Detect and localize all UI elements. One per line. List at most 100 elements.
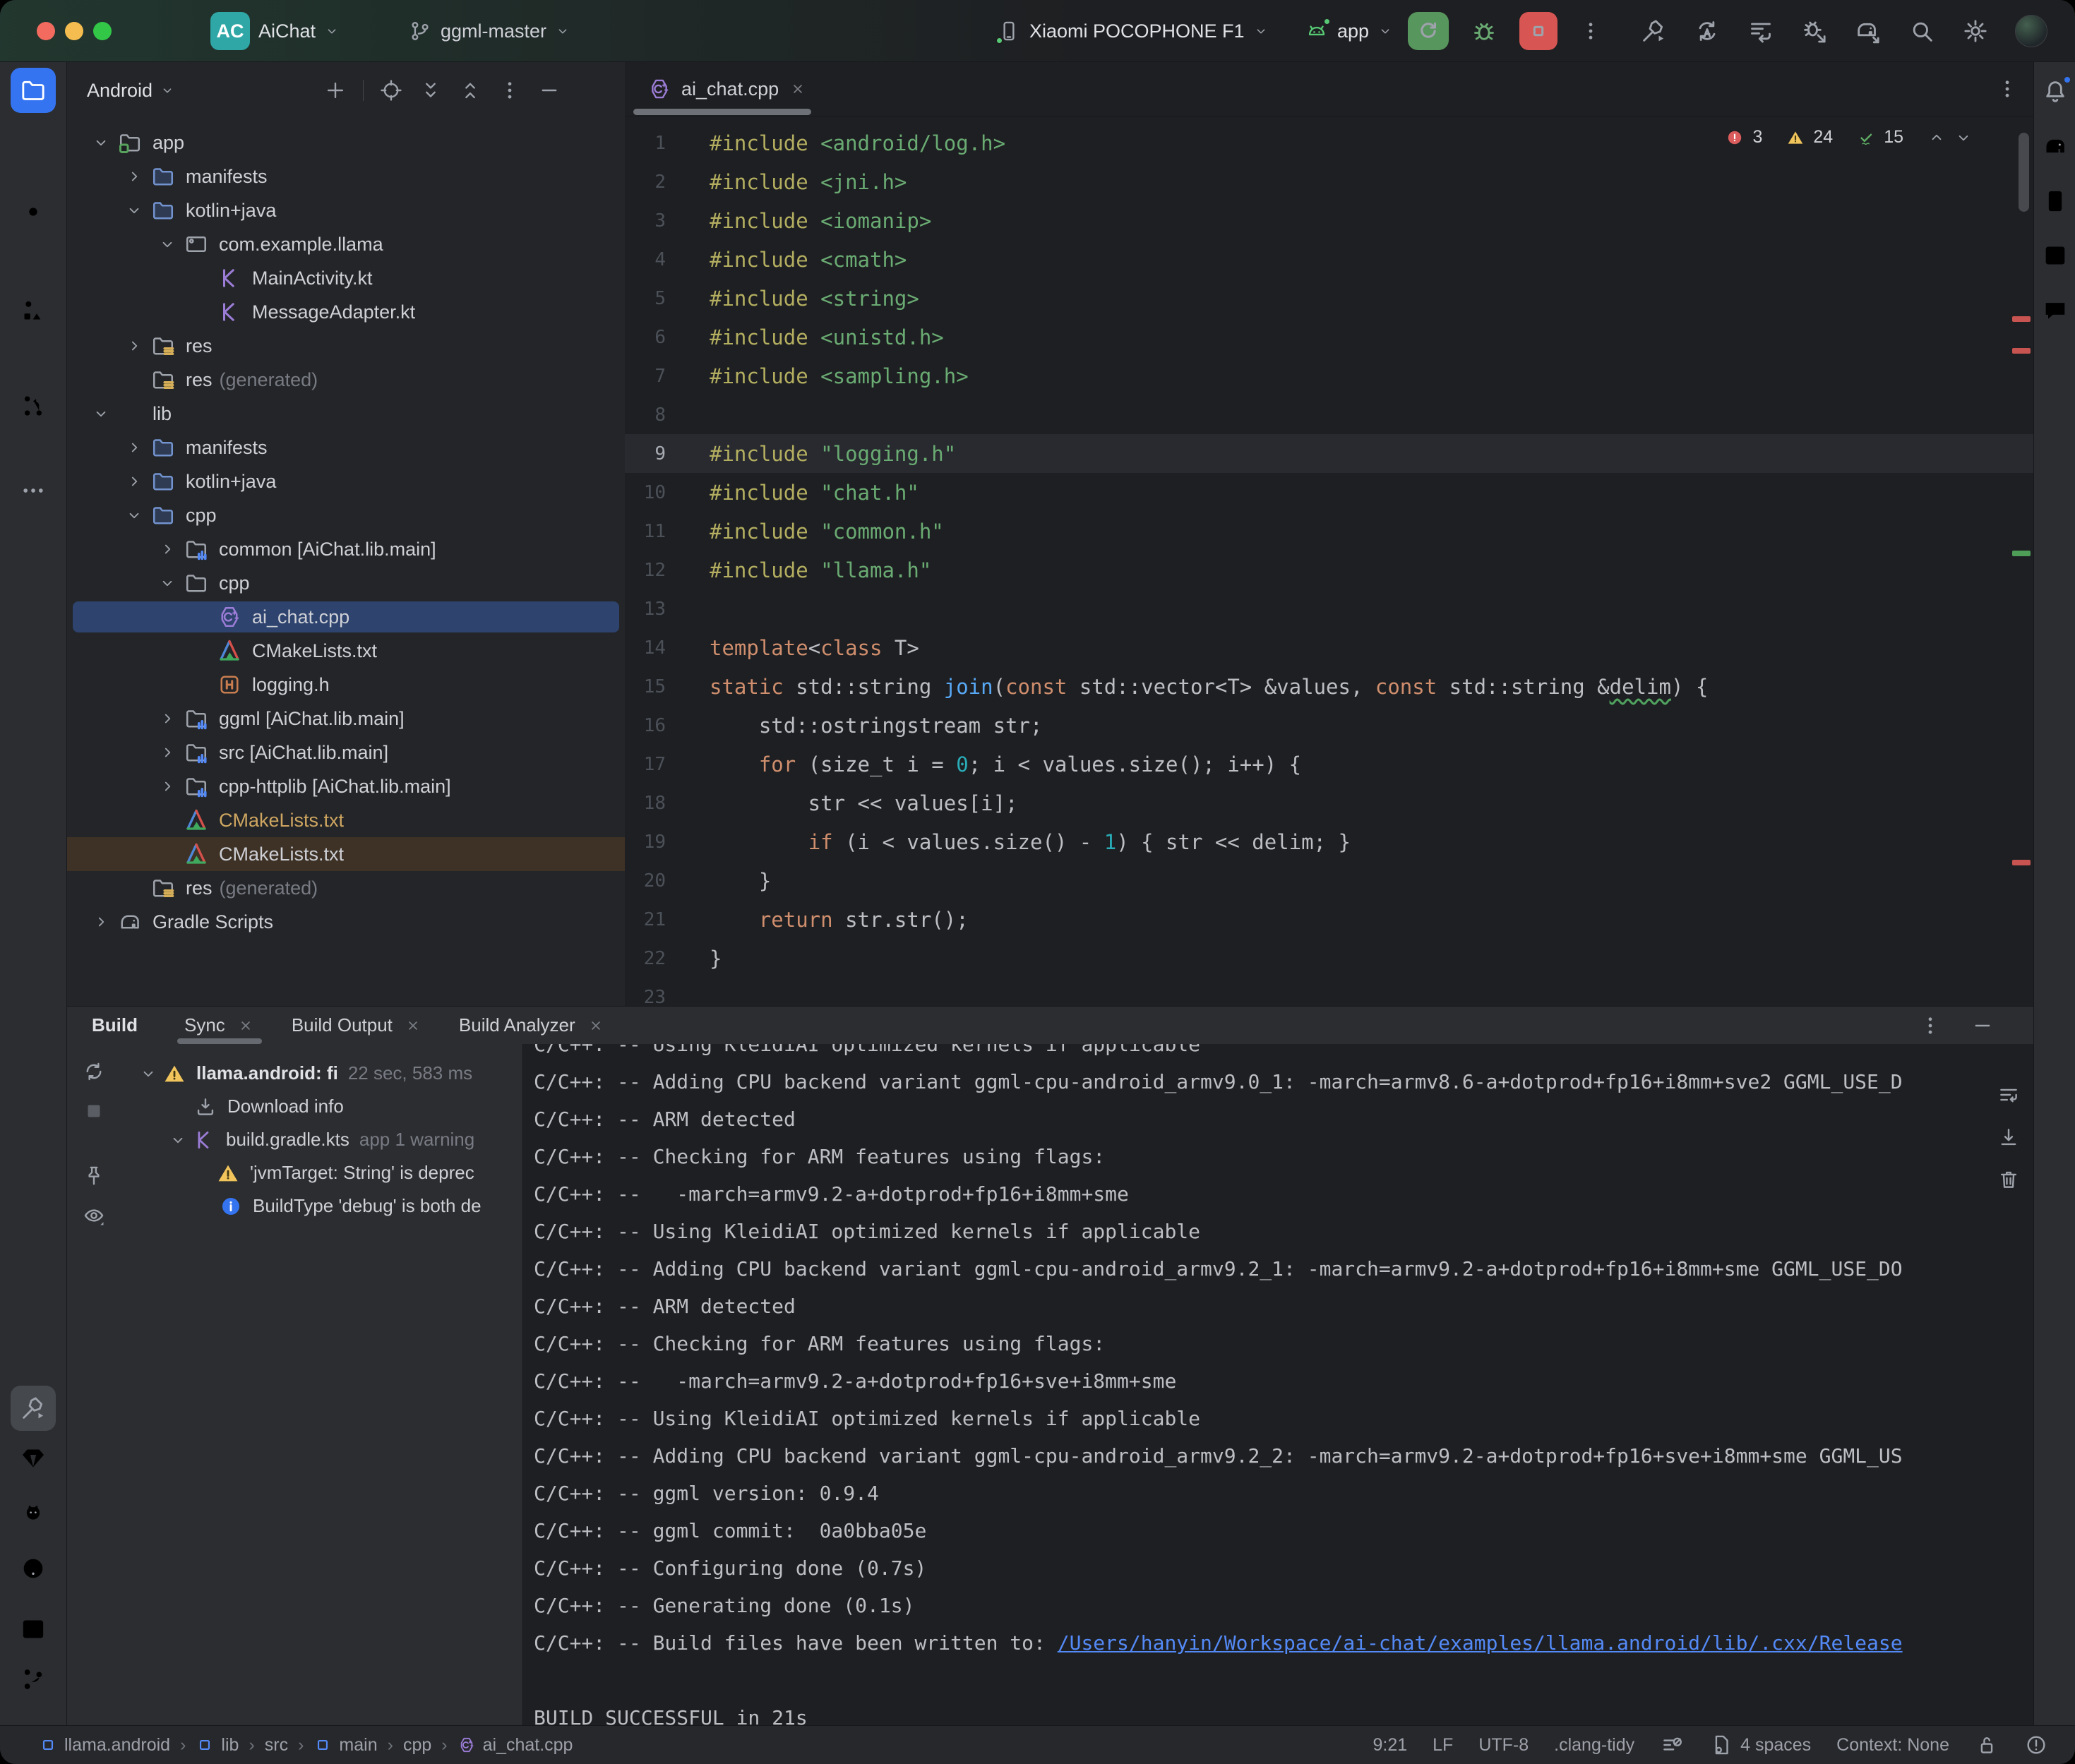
tree-item-cpp-httplib-aichat-lib-main[interactable]: cpp-httplib [AiChat.lib.main]: [67, 769, 625, 803]
code-line-11[interactable]: 11#include "common.h": [625, 512, 2033, 551]
build-options-button[interactable]: [1918, 1014, 1942, 1038]
clear-all-icon[interactable]: [1997, 1168, 2021, 1192]
prev-problem-button[interactable]: [1927, 128, 1946, 147]
window-controls[interactable]: [37, 22, 112, 40]
tree-item-lib[interactable]: lib: [67, 397, 625, 431]
tree-item-res[interactable]: res(generated): [67, 363, 625, 397]
logcat-tool-button[interactable]: [19, 1501, 47, 1529]
apply-changes-button[interactable]: [1693, 17, 1721, 45]
build-variants-tool-button[interactable]: [19, 1444, 47, 1472]
layout-inspector-tool-button[interactable]: [2041, 241, 2069, 270]
close-icon[interactable]: [404, 1016, 422, 1035]
code-line-5[interactable]: 5#include <string>: [625, 279, 2033, 318]
gradle-sync-button[interactable]: [1854, 17, 1882, 45]
tree-item-cpp[interactable]: cpp: [67, 498, 625, 532]
tab-build-output[interactable]: Build Output: [273, 1007, 441, 1044]
console-link[interactable]: /Users/hanyin/Workspace/ai-chat/examples…: [1058, 1631, 1903, 1655]
code-line-22[interactable]: 22}: [625, 939, 2033, 978]
status-error-icon[interactable]: [2024, 1733, 2048, 1757]
collapse-all-button[interactable]: [458, 78, 482, 102]
line-ending[interactable]: LF: [1433, 1735, 1453, 1756]
panel-options-button[interactable]: [498, 78, 522, 102]
tree-item-logging-h[interactable]: logging.h: [67, 668, 625, 702]
code-line-3[interactable]: 3#include <iomanip>: [625, 201, 2033, 240]
attach-debugger-button[interactable]: [1800, 17, 1829, 45]
device-selector[interactable]: Xiaomi POCOPHONE F1: [997, 0, 1269, 62]
hide-panel-button[interactable]: [537, 78, 561, 102]
tree-item-cmakelists-txt[interactable]: CMakeLists.txt: [67, 837, 625, 871]
stop-button[interactable]: [1519, 12, 1557, 50]
ok-stripe-mark[interactable]: [2012, 551, 2031, 556]
build-project-button[interactable]: [1639, 17, 1668, 45]
editor-scrollbar[interactable]: [2019, 133, 2029, 212]
close-tab-icon[interactable]: [789, 80, 807, 98]
tree-item-kotlin-java[interactable]: kotlin+java: [67, 464, 625, 498]
breadcrumb-ai-chat-cpp[interactable]: ai_chat.cpp: [458, 1735, 573, 1756]
code-line-6[interactable]: 6#include <unistd.h>: [625, 318, 2033, 356]
breadcrumb-main[interactable]: main: [313, 1735, 377, 1756]
breadcrumb-lib[interactable]: lib: [196, 1735, 239, 1756]
code-area[interactable]: 1#include <android/log.h>2#include <jni.…: [625, 116, 2033, 1006]
app-insights-tool-button[interactable]: [2041, 296, 2069, 325]
code-line-2[interactable]: 2#include <jni.h>: [625, 162, 2033, 201]
close-icon[interactable]: [587, 1016, 605, 1035]
tree-item-ggml-aichat-lib-main[interactable]: ggml [AiChat.lib.main]: [67, 702, 625, 736]
version-control-tool-button[interactable]: [19, 1665, 47, 1693]
tree-item-kotlin-java[interactable]: kotlin+java: [67, 193, 625, 227]
project-widget[interactable]: AC AiChat: [210, 0, 340, 62]
close-icon[interactable]: [237, 1016, 255, 1035]
soft-wrap-icon[interactable]: [1997, 1083, 2021, 1107]
minimize-window-button[interactable]: [65, 22, 83, 40]
build-tree-item-jvmtarget-string-is-deprec[interactable]: 'jvmTarget: String' is deprec: [120, 1156, 522, 1189]
run-configuration-selector[interactable]: app: [1305, 0, 1393, 62]
view-options-icon[interactable]: [82, 1204, 106, 1228]
tree-item-res[interactable]: res(generated): [67, 871, 625, 905]
tree-item-cmakelists-txt[interactable]: CMakeLists.txt: [67, 803, 625, 837]
code-line-4[interactable]: 4#include <cmath>: [625, 240, 2033, 279]
build-tree-item-llama-android-fi[interactable]: llama.android: fi22 sec, 583 ms: [120, 1057, 522, 1090]
tree-item-manifests[interactable]: manifests: [67, 160, 625, 193]
scroll-to-end-icon[interactable]: [1997, 1125, 2021, 1149]
code-line-20[interactable]: 20 }: [625, 861, 2033, 900]
lock-icon[interactable]: [1975, 1733, 1999, 1757]
code-line-12[interactable]: 12#include "llama.h": [625, 551, 2033, 589]
more-tool-windows-button[interactable]: [19, 476, 47, 505]
tree-item-com-example-llama[interactable]: com.example.llama: [67, 227, 625, 261]
code-line-18[interactable]: 18 str << values[i];: [625, 784, 2033, 822]
apply-code-changes-button[interactable]: [1747, 17, 1775, 45]
more-run-options-button[interactable]: [1579, 19, 1603, 43]
tree-item-src-aichat-lib-main[interactable]: src [AiChat.lib.main]: [67, 736, 625, 769]
code-line-7[interactable]: 7#include <sampling.h>: [625, 356, 2033, 395]
commit-tool-button[interactable]: [19, 198, 47, 226]
project-tool-button[interactable]: [11, 68, 56, 113]
indent-widget[interactable]: 4 spaces: [1709, 1733, 1811, 1757]
tree-item-manifests[interactable]: manifests: [67, 431, 625, 464]
code-line-17[interactable]: 17 for (size_t i = 0; i < values.size();…: [625, 745, 2033, 784]
notifications-button[interactable]: [2041, 78, 2069, 106]
code-line-15[interactable]: 15static std::string join(const std::vec…: [625, 667, 2033, 706]
maximize-window-button[interactable]: [93, 22, 112, 40]
tab-sync[interactable]: Sync: [166, 1007, 273, 1044]
stop-sync-icon[interactable]: [82, 1099, 106, 1123]
error-stripe-mark[interactable]: [2012, 316, 2031, 322]
context-widget[interactable]: Context: None: [1836, 1735, 1949, 1756]
build-console[interactable]: C/C++: -- Using KleidiAI optimized kerne…: [522, 1044, 2033, 1725]
user-avatar[interactable]: [2015, 15, 2047, 47]
code-line-16[interactable]: 16 std::ostringstream str;: [625, 706, 2033, 745]
tree-item-cpp[interactable]: cpp: [67, 566, 625, 600]
tree-item-common-aichat-lib-main[interactable]: common [AiChat.lib.main]: [67, 532, 625, 566]
inspections-widget[interactable]: 3 24 15: [1726, 127, 1973, 148]
close-window-button[interactable]: [37, 22, 55, 40]
tree-item-ai-chat-cpp[interactable]: ai_chat.cpp: [67, 600, 625, 634]
structure-tool-button[interactable]: [19, 296, 47, 325]
rerun-button[interactable]: [1408, 12, 1449, 50]
build-tree-item-buildtype-debug-is-both-de[interactable]: BuildType 'debug' is both de: [120, 1189, 522, 1223]
problems-tool-button[interactable]: [19, 1554, 47, 1583]
tree-item-messageadapter-kt[interactable]: MessageAdapter.kt: [67, 295, 625, 329]
re-sync-icon[interactable]: [82, 1060, 106, 1084]
tree-item-gradle-scripts[interactable]: Gradle Scripts: [67, 905, 625, 939]
tree-item-cmakelists-txt[interactable]: CMakeLists.txt: [67, 634, 625, 668]
breadcrumb-cpp[interactable]: cpp: [403, 1735, 431, 1756]
breadcrumb-src[interactable]: src: [265, 1735, 288, 1756]
search-everywhere-button[interactable]: [1908, 17, 1936, 45]
